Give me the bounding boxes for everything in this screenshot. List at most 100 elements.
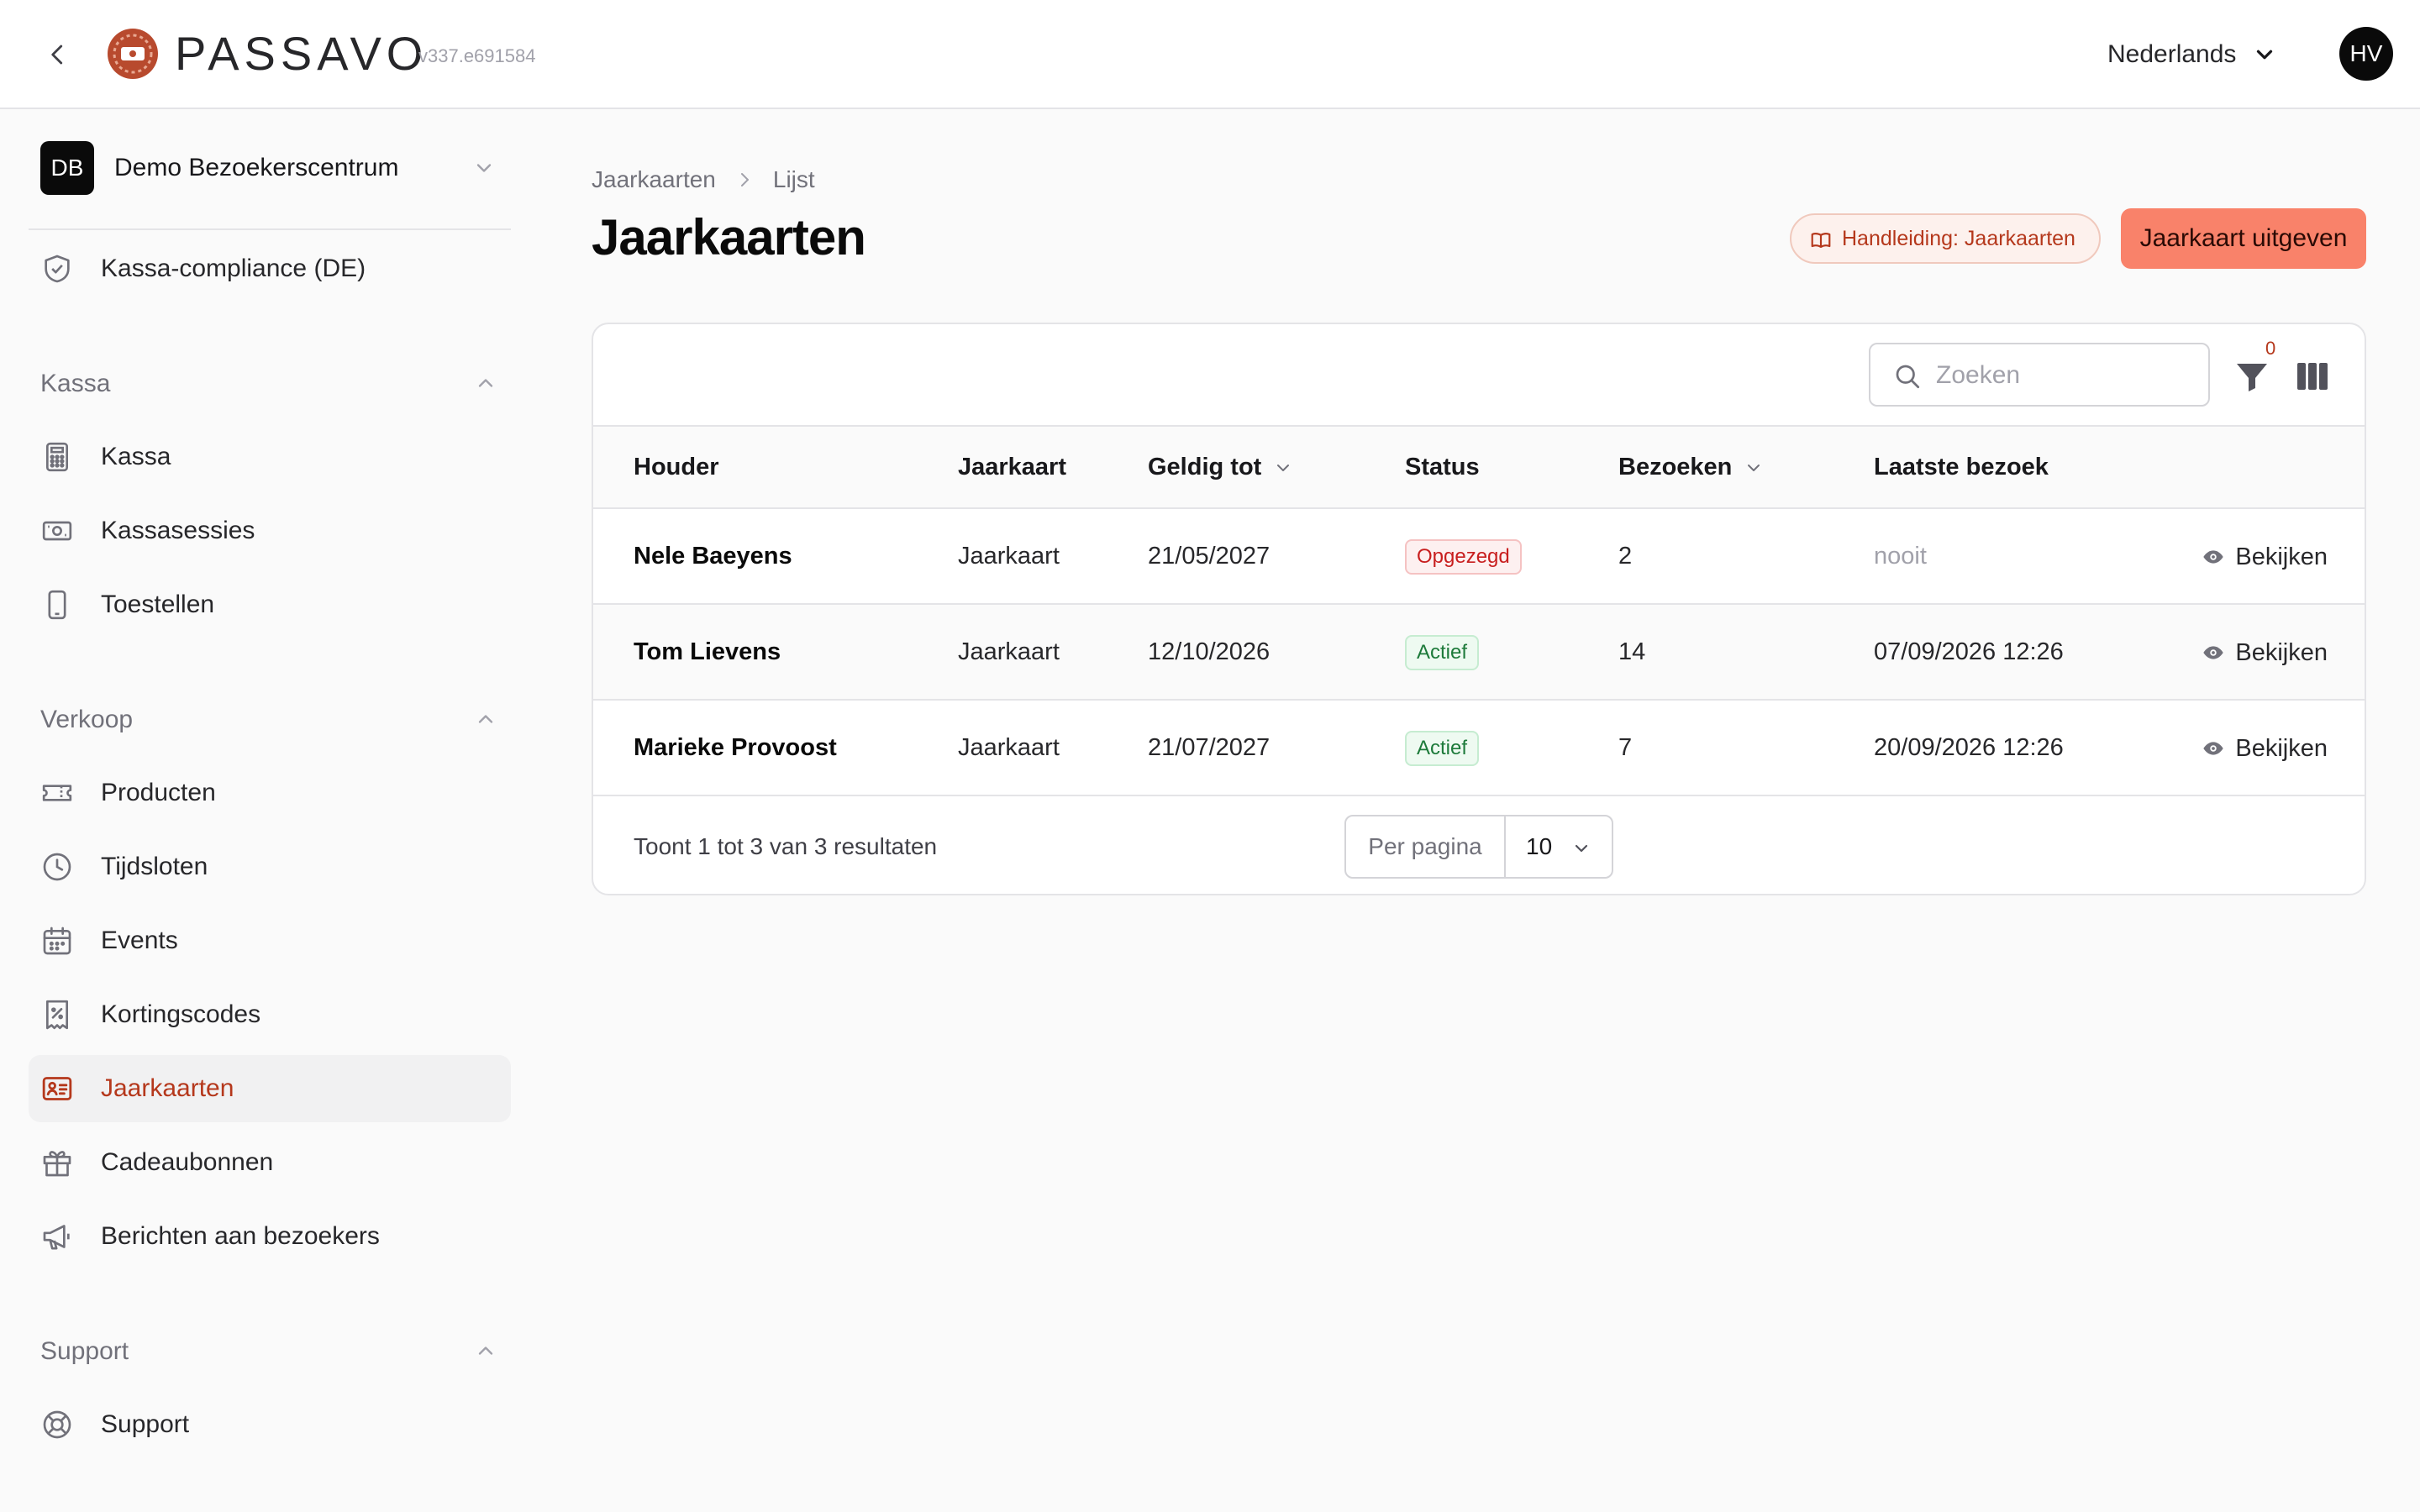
sort-chevron-down-icon [1744,458,1764,478]
sidebar-item-label: Producten [101,779,216,806]
sidebar-item-cadeaubonnen[interactable]: Cadeaubonnen [29,1129,511,1196]
sidebar-item-producten[interactable]: Producten [29,759,511,827]
cell-holder: Nele Baeyens [634,543,792,570]
sidebar-item-label: Kortingscodes [101,1000,261,1028]
chevron-up-icon [478,1347,493,1355]
cell-last-visit: 07/09/2026 12:26 [1874,638,2064,665]
cell-valid-until: 21/07/2027 [1148,734,1270,761]
cell-holder: Marieke Provoost [634,734,837,761]
user-avatar[interactable]: HV [2339,27,2393,81]
sidebar-item-support[interactable]: Support [29,1391,511,1458]
sidebar-item-kassa-compliance[interactable]: Kassa-compliance (DE) [29,235,511,302]
chevron-down-icon [476,164,492,172]
section-title: Verkoop [40,706,134,733]
column-header-label: Geldig tot [1148,454,1262,480]
breadcrumb-item-jaarkaarten[interactable]: Jaarkaarten [592,166,716,193]
section-title: Support [40,1337,129,1365]
table-row[interactable]: Nele Baeyens Jaarkaart 21/05/2027 Opgeze… [593,509,2365,605]
view-button[interactable]: Bekijken [2202,635,2328,670]
search-field[interactable] [1869,343,2210,407]
lifebuoy-icon [43,1410,71,1439]
column-header-holder: Houder [634,454,719,480]
clock-icon [43,853,71,881]
megaphone-icon [43,1225,70,1250]
column-header-status: Status [1405,454,1480,480]
cell-last-visit: 20/09/2026 12:26 [1874,734,2064,761]
cell-card: Jaarkaart [958,638,1060,665]
sidebar-item-jaarkaarten[interactable]: Jaarkaarten [29,1055,511,1122]
app-version: v337.e691584 [418,45,536,66]
organization-switcher[interactable]: DB Demo Bezoekerscentrum [40,141,511,195]
page-title: Jaarkaarten [592,209,866,265]
org-name: Demo Bezoekerscentrum [114,154,399,181]
table-row[interactable]: Tom Lievens Jaarkaart 12/10/2026 Actief … [593,605,2365,701]
cell-valid-until: 12/10/2026 [1148,638,1270,665]
per-page-select[interactable]: 10 [1506,816,1612,877]
sidebar-item-berichten[interactable]: Berichten aan bezoekers [29,1203,511,1270]
sidebar-item-label: Toestellen [101,591,215,618]
sidebar-item-label: Cadeaubonnen [101,1148,274,1176]
guide-button[interactable]: Handleiding: Jaarkaarten [1790,213,2101,264]
sidebar: DB Demo Bezoekerscentrum Kassa-complianc… [0,111,538,1512]
sidebar-item-label: Support [101,1410,190,1438]
sidebar-item-kortingscodes[interactable]: Kortingscodes [29,981,511,1048]
calculator-icon [46,442,68,472]
sidebar-item-kassa[interactable]: Kassa [29,423,511,491]
columns-icon[interactable] [2292,356,2333,396]
book-icon [1811,233,1831,248]
sidebar-item-label: Jaarkaarten [101,1074,234,1102]
receipt-percent-icon [46,1000,68,1030]
phone-icon [48,590,66,620]
breadcrumb-separator [734,170,755,190]
view-button-label: Bekijken [2235,638,2328,666]
cell-visits: 2 [1618,543,1633,570]
search-input[interactable] [1936,356,2188,395]
column-header-valid-until[interactable]: Geldig tot [1148,454,1293,481]
results-summary: Toont 1 tot 3 van 3 resultaten [634,833,938,859]
language-label: Nederlands [2107,40,2237,68]
issue-annual-pass-button[interactable]: Jaarkaart uitgeven [2121,208,2366,269]
eye-icon [2203,742,2224,755]
chevron-right-icon [740,173,749,186]
view-button-label: Bekijken [2235,543,2328,570]
cell-card: Jaarkaart [958,734,1060,761]
back-button[interactable] [37,34,79,76]
status-badge: Actief [1405,731,1480,766]
sidebar-item-label: Berichten aan bezoekers [101,1222,380,1250]
view-button[interactable]: Bekijken [2202,539,2328,575]
calendar-icon [43,927,71,955]
status-badge: Opgezegd [1405,539,1522,575]
sidebar-item-tijdsloten[interactable]: Tijdsloten [29,833,511,900]
section-header-kassa[interactable]: Kassa [29,358,511,408]
column-header-visits[interactable]: Bezoeken [1618,454,1764,481]
breadcrumb: Jaarkaarten Lijst [592,163,815,197]
cell-valid-until: 21/05/2027 [1148,543,1270,570]
sidebar-item-label: Kassa-compliance (DE) [101,255,366,282]
language-select[interactable]: Nederlands [2101,30,2277,79]
top-bar: PASSAVO v337.e691584 Nederlands HV [0,0,2420,109]
sidebar-item-label: Kassasessies [101,517,255,544]
section-header-support[interactable]: Support [29,1326,511,1376]
sidebar-item-toestellen[interactable]: Toestellen [29,571,511,638]
section-header-verkoop[interactable]: Verkoop [29,694,511,744]
per-page-control: Per pagina 10 [1344,815,1613,879]
sidebar-item-kassasessies[interactable]: Kassasessies [29,497,511,564]
brand-name: PASSAVO [175,27,429,80]
filter-icon[interactable] [2232,354,2272,398]
per-page-label: Per pagina [1346,816,1506,877]
chevron-up-icon [478,715,493,723]
column-header-card: Jaarkaart [958,454,1066,480]
cell-last-visit: nooit [1874,543,1927,570]
table-row[interactable]: Marieke Provoost Jaarkaart 21/07/2027 Ac… [593,701,2365,796]
sidebar-item-label: Kassa [101,443,171,470]
cell-visits: 14 [1618,638,1646,665]
ticket-icon [42,785,72,801]
eye-icon [2203,550,2224,564]
cell-visits: 7 [1618,734,1633,761]
status-badge: Actief [1405,635,1480,670]
table-header: Houder Jaarkaart Geldig tot Status Bezoe… [593,425,2365,509]
guide-button-label: Handleiding: Jaarkaarten [1842,226,2075,250]
chevron-down-icon [1575,844,1588,853]
sidebar-item-events[interactable]: Events [29,907,511,974]
view-button[interactable]: Bekijken [2202,731,2328,766]
